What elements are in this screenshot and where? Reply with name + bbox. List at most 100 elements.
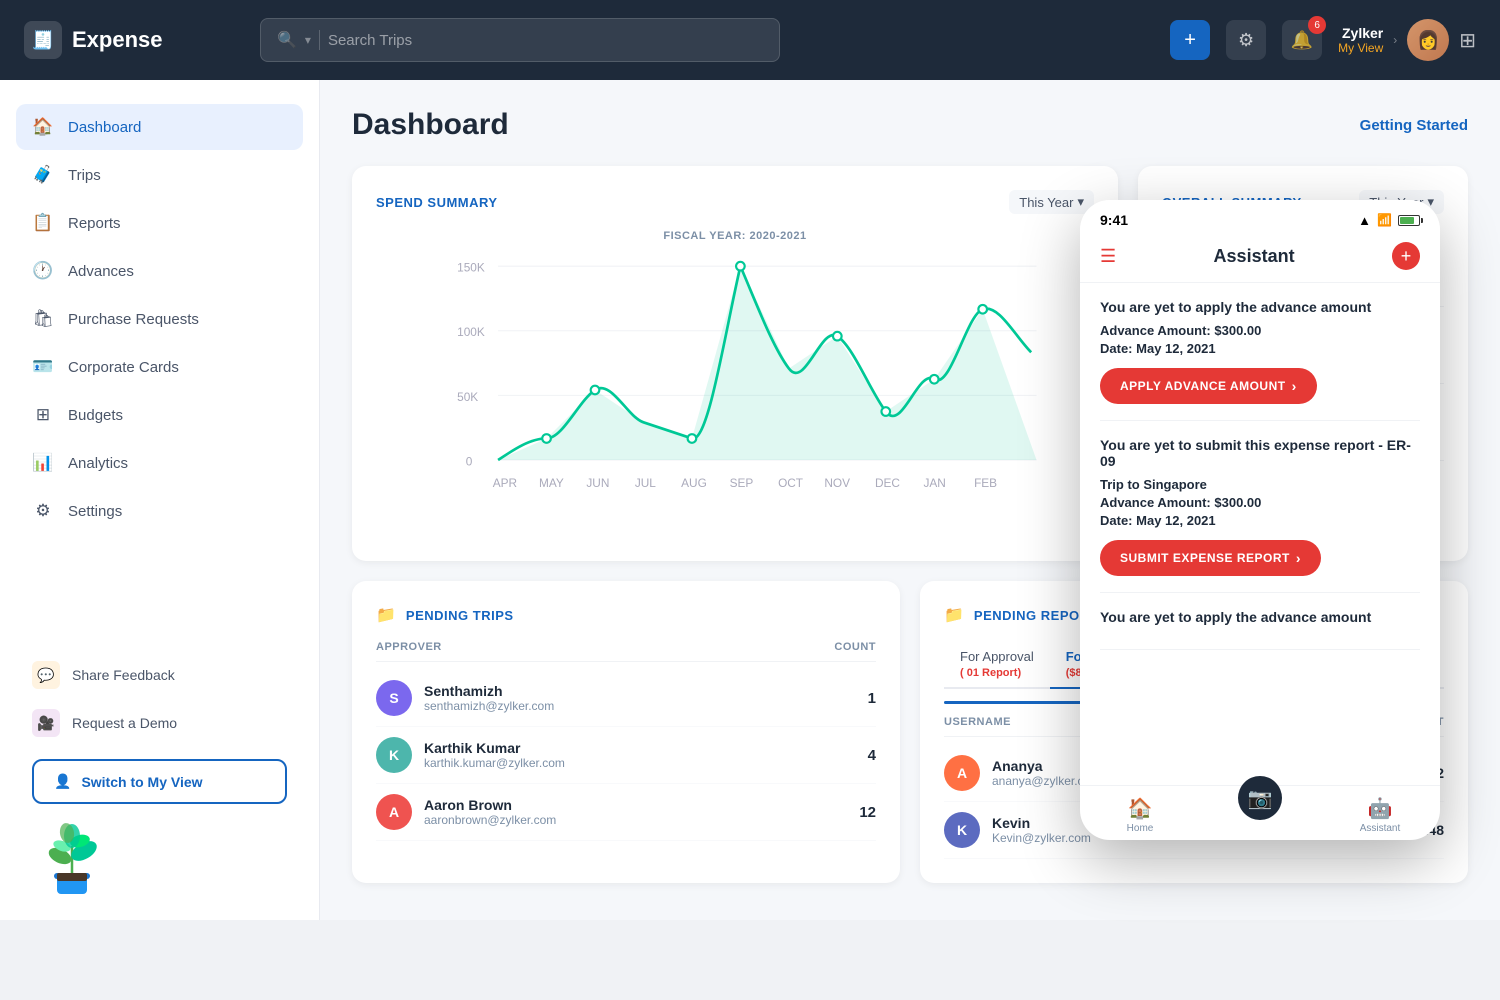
approver-name: Karthik Kumar (424, 740, 856, 756)
footer-assistant[interactable]: 🤖 Assistant (1320, 796, 1440, 834)
camera-button[interactable]: 📷 (1238, 776, 1282, 820)
advance-notification-3-title: You are yet to apply the advance amount (1100, 609, 1420, 625)
sidebar-item-advances[interactable]: 🕐 Advances (16, 248, 303, 294)
plant-illustration (32, 821, 112, 896)
approver-name: Aaron Brown (424, 797, 847, 813)
top-navigation: 🧾 Expense 🔍 ▾ + ⚙ 🔔 6 Zylker My View › 👩 (0, 0, 1500, 80)
dashboard-icon: 🏠 (32, 117, 54, 137)
mobile-notification-advance: You are yet to apply the advance amount … (1100, 283, 1420, 421)
switch-view-icon: 👤 (54, 773, 71, 790)
user-view: My View (1338, 41, 1383, 55)
request-demo-button[interactable]: 🎥 Request a Demo (16, 699, 303, 747)
search-bar[interactable]: 🔍 ▾ (260, 18, 780, 62)
notifications-button[interactable]: 🔔 6 (1282, 20, 1322, 60)
fiscal-year-label: FISCAL YEAR: 2020-2021 (376, 230, 1094, 242)
user-avatar: A (944, 755, 980, 791)
sidebar-item-label: Corporate Cards (68, 359, 179, 376)
action-arrow-icon: › (1292, 378, 1297, 394)
advances-icon: 🕐 (32, 261, 54, 281)
mobile-assistant-overlay: 9:41 ▲ 📶 ☰ Assistant + You are yet to ap… (1080, 200, 1440, 840)
grid-icon[interactable]: ⊞ (1459, 28, 1476, 53)
nav-actions: + ⚙ 🔔 6 Zylker My View › 👩 ⊞ (1170, 19, 1476, 61)
user-area[interactable]: Zylker My View › 👩 ⊞ (1338, 19, 1476, 61)
sidebar-item-label: Dashboard (68, 119, 141, 136)
chart-dot-aug (688, 434, 697, 443)
chart-dot-sep (736, 262, 745, 271)
search-icon: 🔍 (277, 30, 297, 50)
sidebar-item-label: Trips (68, 167, 101, 184)
switch-view-label: Switch to My View (81, 774, 202, 790)
sidebar-item-dashboard[interactable]: 🏠 Dashboard (16, 104, 303, 150)
approver-avatar: A (376, 794, 412, 830)
pending-trips-icon: 📁 (376, 605, 396, 625)
advance-notification-title: You are yet to apply the advance amount (1100, 299, 1420, 315)
sidebar-item-purchase-requests[interactable]: 🛍 Purchase Requests (16, 296, 303, 342)
sidebar-item-trips[interactable]: 🧳 Trips (16, 152, 303, 198)
search-divider (319, 30, 320, 50)
x-label-jan: JAN (923, 476, 945, 490)
x-label-may: MAY (539, 476, 564, 490)
chart-dot-feb (978, 305, 987, 314)
x-label-oct: OCT (778, 476, 803, 490)
chart-dot-nov (833, 332, 842, 341)
table-row: K Karthik Kumar karthik.kumar@zylker.com… (376, 727, 876, 784)
sidebar-item-settings[interactable]: ⚙ Settings (16, 488, 303, 534)
approver-email: aaronbrown@zylker.com (424, 813, 847, 827)
add-button[interactable]: + (1170, 20, 1210, 60)
search-dropdown-icon[interactable]: ▾ (305, 33, 311, 47)
settings-button[interactable]: ⚙ (1226, 20, 1266, 60)
sidebar-item-analytics[interactable]: 📊 Analytics (16, 440, 303, 486)
footer-assistant-label: Assistant (1360, 823, 1401, 834)
share-feedback-button[interactable]: 💬 Share Feedback (16, 651, 303, 699)
y-label-0: 0 (466, 454, 473, 468)
footer-home[interactable]: 🏠 Home (1080, 796, 1200, 834)
x-label-nov: NOV (824, 476, 850, 490)
share-feedback-label: Share Feedback (72, 667, 175, 683)
spend-summary-title: SPEND SUMMARY (376, 195, 498, 210)
page-title: Dashboard (352, 108, 509, 142)
user-avatar: K (944, 812, 980, 848)
mobile-menu-icon[interactable]: ☰ (1100, 246, 1116, 267)
x-label-aug: AUG (681, 476, 707, 490)
trip-count: 1 (868, 690, 876, 707)
apply-advance-button[interactable]: APPLY ADVANCE AMOUNT › (1100, 368, 1317, 404)
approval-count: ( 01 Report) (960, 667, 1021, 679)
approver-name: Senthamizh (424, 683, 856, 699)
mobile-add-button[interactable]: + (1392, 242, 1420, 270)
pending-trips-title: PENDING TRIPS (406, 608, 514, 623)
analytics-icon: 📊 (32, 453, 54, 473)
getting-started-button[interactable]: Getting Started (1360, 117, 1468, 134)
demo-icon: 🎥 (32, 709, 60, 737)
mobile-footer: 🏠 Home 📷 🤖 Assistant (1080, 785, 1440, 840)
sidebar-item-reports[interactable]: 📋 Reports (16, 200, 303, 246)
notification-badge: 6 (1308, 16, 1326, 34)
signal-icon: 📶 (1377, 213, 1392, 227)
chart-dot-dec (881, 407, 890, 416)
trip-count: 12 (859, 804, 876, 821)
logo-area: 🧾 Expense (24, 21, 244, 59)
approver-avatar: K (376, 737, 412, 773)
mobile-assistant-title: Assistant (1214, 246, 1295, 267)
spend-summary-card: SPEND SUMMARY This Year ▾ FISCAL YEAR: 2… (352, 166, 1118, 561)
switch-view-button[interactable]: 👤 Switch to My View (32, 759, 287, 804)
chevron-down-icon: ▾ (1077, 194, 1084, 210)
spend-year-selector[interactable]: This Year ▾ (1009, 190, 1094, 214)
home-icon: 🏠 (1128, 796, 1153, 821)
x-label-feb: FEB (974, 476, 997, 490)
sidebar-item-label: Advances (68, 263, 134, 280)
expense-report-notification-title: You are yet to submit this expense repor… (1100, 437, 1420, 469)
pending-trips-card: 📁 PENDING TRIPS APPROVER COUNT S Sentham… (352, 581, 900, 883)
approver-col-header: APPROVER (376, 641, 442, 653)
sidebar-item-corporate-cards[interactable]: 🪪 Corporate Cards (16, 344, 303, 390)
sidebar-item-budgets[interactable]: ⊞ Budgets (16, 392, 303, 438)
footer-camera[interactable]: 📷 (1200, 796, 1320, 834)
sidebar-item-label: Reports (68, 215, 121, 232)
pending-reports-icon: 📁 (944, 605, 964, 625)
trip-label: Trip to Singapore (1100, 477, 1420, 492)
submit-expense-report-button[interactable]: SUBMIT EXPENSE REPORT › (1100, 540, 1321, 576)
request-demo-label: Request a Demo (72, 715, 177, 731)
chart-dot-may (542, 434, 551, 443)
tab-approval[interactable]: For Approval ( 01 Report) (944, 641, 1050, 687)
username-col-header: USERNAME (944, 716, 1011, 728)
search-input[interactable] (328, 32, 763, 49)
